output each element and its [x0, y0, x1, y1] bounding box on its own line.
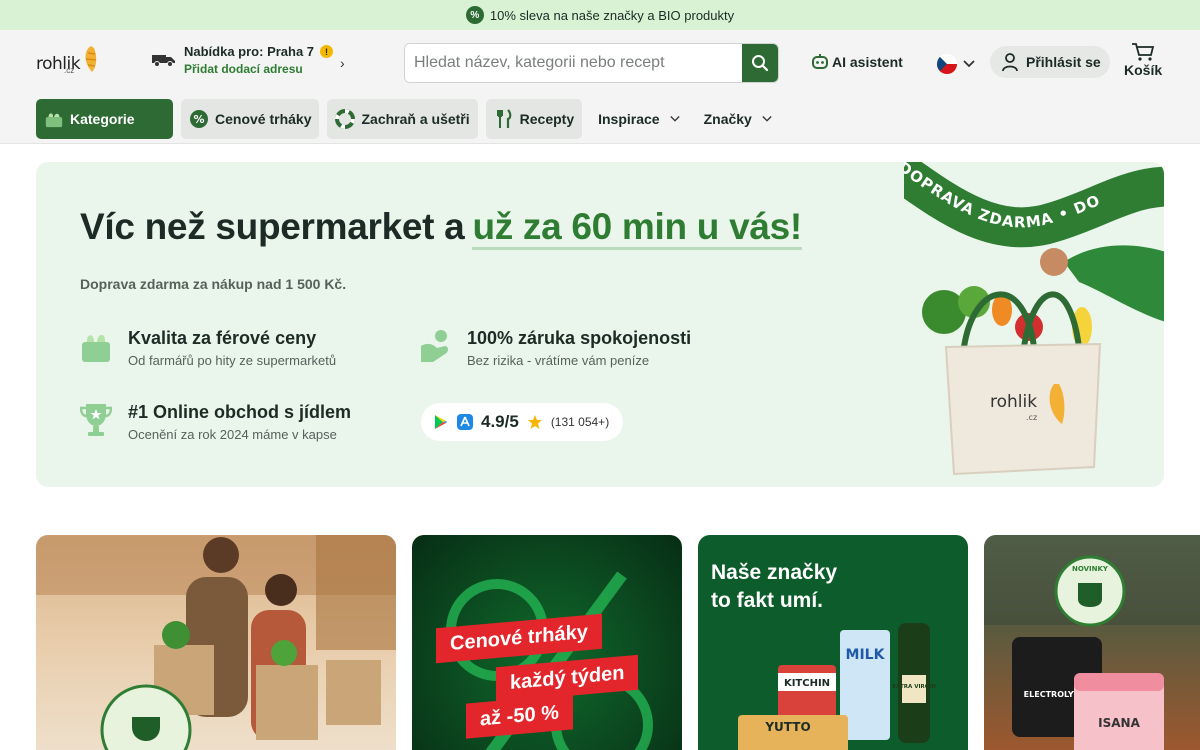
- promo-text: 10% sleva na naše značky a BIO produkty: [489, 7, 735, 23]
- feature-title: 100% záruka spokojenosti: [467, 328, 692, 348]
- ai-assistant-button[interactable]: AI asistent: [812, 54, 903, 70]
- nav-label: Značky: [703, 110, 752, 127]
- search-icon: [752, 55, 769, 72]
- new-products-image: NOVINKY ELECTROLYTES ISANA: [984, 535, 1200, 750]
- promo-bar[interactable]: % 10% sleva na naše značky a BIO produkt…: [0, 0, 1200, 30]
- grocery-bag-icon: [82, 334, 110, 362]
- app-store-icon: [457, 414, 473, 430]
- chevron-right-icon: ›: [340, 55, 345, 71]
- feature-guarantee: 100% záruka spokojenosti Bez rizika - vr…: [419, 328, 691, 368]
- nav-categories[interactable]: Kategorie: [36, 98, 173, 139]
- nav-label: Kategorie: [70, 110, 135, 127]
- login-button[interactable]: Přihlásit se: [990, 46, 1110, 78]
- brand-products-image: KITCHIN MILK EXTRA VIRGIN YUTTO: [738, 623, 936, 750]
- nav-label: Recepty: [519, 110, 575, 127]
- family-shopping-image: [36, 535, 396, 750]
- feature-title: #1 Online obchod s jídlem: [128, 402, 352, 422]
- chevron-down-icon: [762, 115, 772, 122]
- new-badge-text: NOVINKY: [1072, 565, 1109, 573]
- search-input[interactable]: [405, 44, 742, 82]
- app-rating[interactable]: 4.9/5 (131 054+): [421, 403, 623, 441]
- czech-flag-icon: [937, 54, 957, 74]
- star-icon: [527, 415, 542, 429]
- product-label: ISANA: [1098, 716, 1140, 730]
- cart-label: Košík: [1124, 62, 1163, 78]
- feature-sub: Ocenění za rok 2024 máme v kapse: [128, 427, 337, 442]
- cutlery-icon: [494, 108, 514, 129]
- hand-heart-icon: [421, 330, 448, 362]
- grocery-icon: [44, 109, 64, 129]
- chevron-down-icon: [669, 115, 680, 122]
- nav-price-deals[interactable]: % Cenové trháky: [181, 98, 320, 139]
- card-our-brands[interactable]: Naše značky to fakt umí. KITCHIN MILK EX…: [698, 535, 968, 750]
- truck-icon: [152, 55, 175, 67]
- card-price-deals[interactable]: Cenové trháky každý týden až -50 %: [412, 535, 682, 750]
- lifebuoy-icon: [335, 108, 356, 129]
- card-summer-contest[interactable]: [36, 535, 396, 750]
- product-label: KITCHIN: [784, 678, 830, 689]
- logo[interactable]: rohlik .cz: [36, 44, 100, 75]
- language-selector[interactable]: [937, 54, 975, 74]
- cart-button[interactable]: Košík: [1124, 42, 1162, 78]
- percent-badge-icon: %: [465, 6, 484, 24]
- chevron-down-icon: [963, 60, 975, 68]
- cart-icon: [1132, 43, 1155, 61]
- robot-icon: [812, 54, 828, 69]
- rating-score: 4.9/5: [481, 412, 519, 431]
- feature-sub: Od farmářů po hity ze supermarketů: [128, 353, 337, 368]
- nav-label: Inspirace: [598, 110, 660, 127]
- main-nav: Kategorie % Cenové trháky Zachraň a ušet…: [0, 94, 1200, 144]
- product-label: EXTRA VIRGIN: [892, 684, 936, 690]
- hero-image-bag: DOPRAVA ZDARMA • DO rohlik .cz: [904, 162, 1164, 476]
- logo-domain: .cz: [64, 66, 75, 75]
- hero-title: Víc než supermarket a už za 60 min u vás!: [80, 206, 802, 250]
- header: rohlik .cz Nabídka pro: Praha 7! Přidat …: [0, 30, 1200, 94]
- product-label: YUTTO: [764, 720, 810, 734]
- nav-inspiration[interactable]: Inspirace: [590, 99, 687, 139]
- rating-count: (131 054+): [550, 415, 610, 429]
- warning-icon: !: [320, 45, 334, 58]
- search-button[interactable]: [742, 44, 778, 82]
- product-label: MILK: [846, 647, 886, 663]
- login-label: Přihlásit se: [1026, 54, 1101, 70]
- nav-brands[interactable]: Značky: [696, 99, 780, 139]
- delivery-location: Nabídka pro: Praha 7: [184, 44, 315, 59]
- card-new-products[interactable]: NOVINKY ELECTROLYTES ISANA: [984, 535, 1200, 750]
- add-address-link[interactable]: Přidat dodací adresu: [184, 62, 333, 76]
- feature-award: #1 Online obchod s jídlem Ocenění za rok…: [80, 402, 351, 442]
- croissant-icon: [85, 46, 97, 72]
- search-box: [404, 43, 779, 83]
- trophy-icon: [80, 404, 112, 436]
- ai-assistant-label: AI asistent: [832, 54, 903, 70]
- nav-save[interactable]: Zachraň a ušetři: [327, 98, 478, 139]
- feature-sub: Bez rizika - vrátíme vám peníze: [467, 353, 650, 368]
- promo-cards: Cenové trháky každý týden až -50 % Naše …: [36, 535, 1200, 750]
- hero-title-accent: už za 60 min u vás!: [472, 206, 802, 250]
- nav-recipes[interactable]: Recepty: [485, 98, 583, 139]
- hero-subtitle: Doprava zdarma za nákup nad 1 500 Kč.: [80, 276, 347, 292]
- nav-label: Zachraň a ušetři: [361, 110, 470, 127]
- nav-label: Cenové trháky: [215, 110, 312, 127]
- bag-logo-text: rohlik: [990, 392, 1037, 412]
- bag-logo-domain: .cz: [1026, 413, 1037, 422]
- feature-title: Kvalita za férové ceny: [128, 328, 317, 348]
- svg-text:%: %: [193, 113, 204, 126]
- delivery-selector[interactable]: Nabídka pro: Praha 7! Přidat dodací adre…: [152, 44, 345, 76]
- hero-banner: Víc než supermarket a už za 60 min u vás!…: [36, 162, 1164, 487]
- feature-quality: Kvalita za férové ceny Od farmářů po hit…: [80, 328, 336, 368]
- google-play-icon: [435, 415, 447, 429]
- percent-icon: %: [189, 109, 209, 129]
- user-icon: [1002, 53, 1018, 72]
- hero-title-main: Víc než supermarket a: [80, 206, 465, 247]
